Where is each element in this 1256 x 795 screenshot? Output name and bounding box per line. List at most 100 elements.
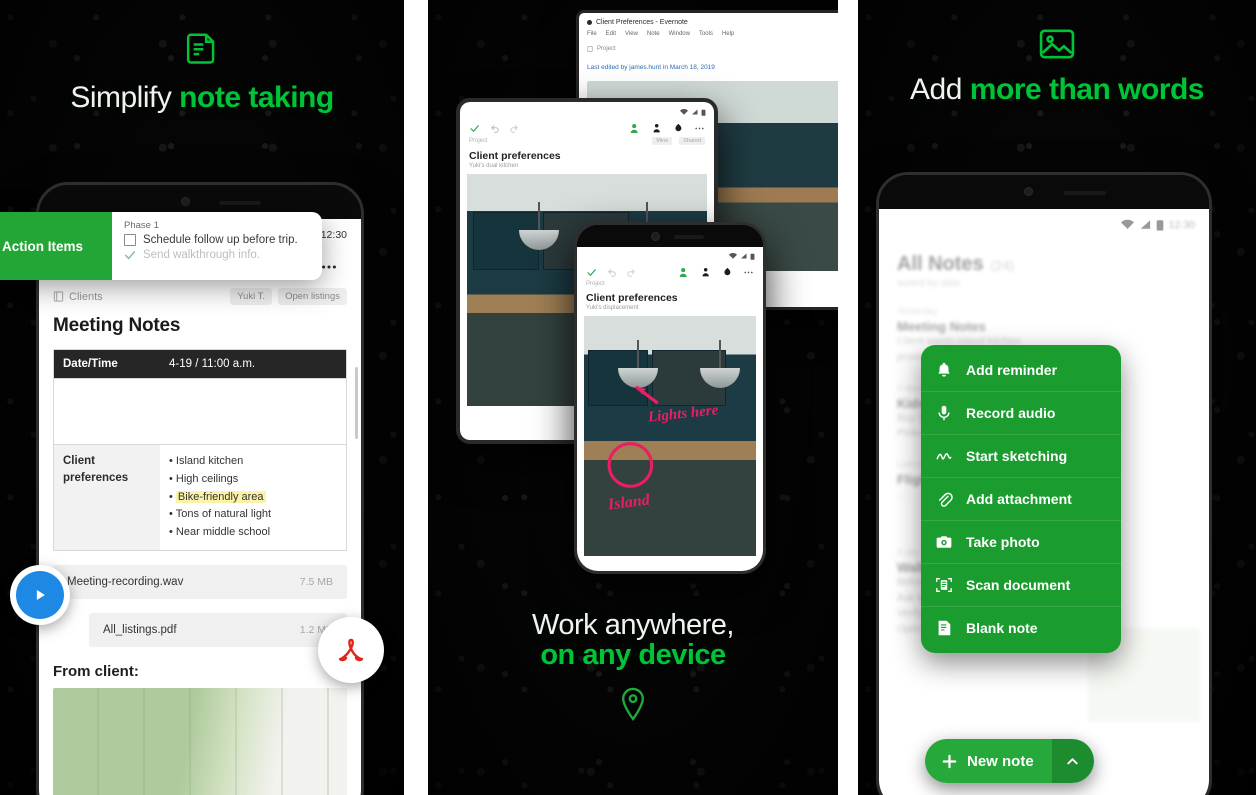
undo-icon[interactable] [489,123,500,134]
note-title[interactable]: Client preferences [460,146,714,163]
attachment-audio[interactable]: Meeting-recording.wav 7.5 MB [53,565,347,600]
list-item: • High ceilings [169,472,239,485]
pdf-icon [333,632,369,668]
phone-device-sketch: Project Client preferences Yuki's displa… [574,222,766,574]
note-table: Date/Time 4-19 / 11:00 a.m. Client prefe… [53,349,347,552]
redo-icon[interactable] [626,267,637,278]
tag-chip[interactable]: Shared [679,137,705,145]
camera-icon [935,533,953,551]
note-document-icon [0,32,404,68]
notebook-name: Project [469,138,488,144]
pen-icon[interactable] [673,123,684,134]
tag-chip-yuki[interactable]: Yuki T. [230,288,273,305]
status-bar [460,102,714,118]
menu-item[interactable]: Edit [606,31,616,37]
microphone-icon [935,404,953,422]
earpiece-speaker [219,201,262,205]
menu-item-take-photo[interactable]: Take photo [921,521,1121,564]
battery-icon [701,109,706,116]
panel-divider-1 [404,0,428,795]
menu-item-record-audio[interactable]: Record audio [921,392,1121,435]
menu-item[interactable]: View [625,31,638,37]
table-row-action-items-slot [54,379,346,445]
phone-bezel-top [879,175,1209,209]
more-icon[interactable] [694,123,705,134]
preferences-list: • Island kitchen • High ceilings • Bike-… [160,445,346,551]
new-note-button[interactable]: New note [925,739,1052,783]
chevron-up-icon[interactable] [1051,739,1094,783]
checkbox-checked-icon[interactable] [124,249,136,261]
phone-bezel-top [577,225,763,247]
menu-item[interactable]: Help [722,31,734,37]
menu-item-blank-note[interactable]: Blank note [921,607,1121,649]
menu-item-label: Start sketching [966,448,1068,464]
notebook-chip[interactable]: Clients [53,291,103,303]
scrollbar[interactable] [355,367,358,439]
laptop-notebook-chip[interactable]: Project [587,46,838,52]
note-title: Meeting Notes [897,319,986,334]
checklist-item[interactable]: Send walkthrough info. [124,249,310,261]
attachment-pdf[interactable]: All_listings.pdf 1.2 MB [89,613,347,648]
table-cell-label: Date/Time [54,350,160,378]
kitchen-photo-annotated[interactable]: Lights here Island [584,316,756,556]
client-photo-attachment[interactable] [53,688,347,795]
undo-icon[interactable] [606,267,617,278]
checklist-item[interactable]: Schedule follow up before trip. [124,234,310,246]
menu-item-add-attachment[interactable]: Add attachment [921,478,1121,521]
plus-icon [941,753,958,770]
pdf-file-badge[interactable] [318,617,384,683]
panel1-heading: Simplify note taking [0,32,404,114]
audio-play-badge[interactable] [10,565,70,625]
note-title[interactable]: Meeting Notes [39,307,361,349]
menu-item-start-sketching[interactable]: Start sketching [921,435,1121,478]
menu-item-add-reminder[interactable]: Add reminder [921,349,1121,392]
redo-icon[interactable] [509,123,520,134]
menu-item[interactable]: Window [669,31,690,37]
list-item: • Tons of natural light [169,508,272,521]
menu-item-scan-document[interactable]: Scan document [921,564,1121,607]
new-note-fab[interactable]: New note [925,739,1094,783]
play-icon[interactable] [16,571,64,619]
notebook-name: Project [586,281,605,287]
list-item-text-highlighted: Bike-friendly area [175,490,266,503]
notes-sort-line[interactable]: sorted by date [879,278,1209,299]
share-person-icon[interactable] [701,267,712,278]
phone-screen: 12:30 All Notes (24) sorted by date Yest… [879,209,1209,795]
note-meta-row: Clients Yuki T. Open listings [39,284,361,307]
wifi-icon [729,253,737,259]
blank-note-icon [935,619,953,637]
wifi-icon [680,109,688,115]
tag-chip-open-listings[interactable]: Open listings [278,288,347,305]
note-title[interactable]: Client preferences [577,288,763,305]
menu-item[interactable]: File [587,31,597,37]
checkbox-unchecked-icon[interactable] [124,234,136,246]
menu-item[interactable]: Note [647,31,660,37]
table-row-date-time: Date/Time 4-19 / 11:00 a.m. [54,350,346,379]
table-cell-value: 4-19 / 11:00 a.m. [160,350,346,378]
list-item-text: Near middle school [175,526,271,539]
menu-item[interactable]: Tools [699,31,713,37]
panel-divider-2 [838,0,858,795]
check-icon[interactable] [586,267,597,278]
collaborators-icon[interactable] [679,267,691,278]
note-subtitle: Yuki's displacement [586,305,639,311]
panel3-title-green: more than words [969,73,1205,106]
scan-document-icon [935,576,953,594]
panel3-heading: Add more than words [858,28,1256,106]
tag-chip[interactable]: Mine [652,137,673,145]
laptop-menu-bar: File Edit View Note Window Tools Help [587,31,838,37]
phone-screen: 12:30 Clients Yuki T. Open listings Meet… [39,219,361,795]
collaborators-icon[interactable] [630,123,642,134]
pen-icon[interactable] [722,267,733,278]
more-icon[interactable] [743,267,754,278]
share-person-icon[interactable] [652,123,663,134]
new-note-action-menu: Add reminder Record audio Start sketchin… [921,345,1121,653]
panel1-title-green: note taking [179,81,334,114]
check-icon[interactable] [469,123,480,134]
attachment-name: Meeting-recording.wav [67,576,184,589]
sketch-icon [935,447,953,465]
notes-list-header: All Notes (24) [879,235,1209,278]
signal-icon [740,253,747,259]
panel3-title: Add more than words [858,74,1256,106]
menu-item-label: Take photo [966,534,1040,550]
